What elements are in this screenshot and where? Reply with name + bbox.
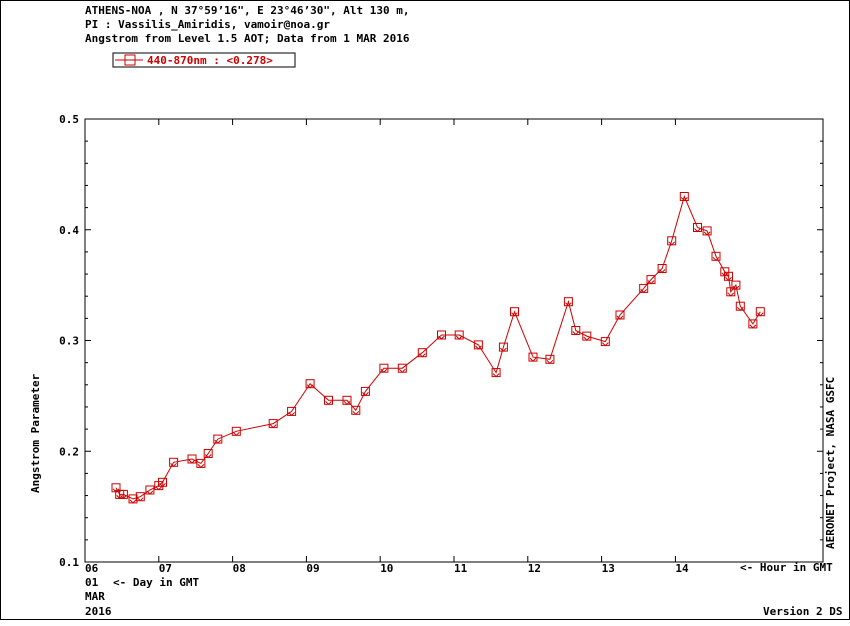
x-tick-label: 10 <box>380 562 393 575</box>
footer-year: 2016 <box>85 605 112 618</box>
footer-month: MAR <box>85 590 105 603</box>
legend: 440-870nm : <0.278> <box>112 52 296 68</box>
x-tick-label: 12 <box>528 562 541 575</box>
y-axis-label: Angstrom Parameter <box>29 373 42 493</box>
header-line-1: ATHENS-NOA , N 37°59’16", E 23°46’30", A… <box>85 4 410 17</box>
aeronet-credit: AERONET Project, NASA GSFC <box>824 377 837 549</box>
y-tick-label: 0.3 <box>59 335 79 348</box>
x-axis: 06 07 08 09 10 11 12 13 14 <box>84 119 689 575</box>
x-tick-label: 08 <box>233 562 246 575</box>
chart-frame: ATHENS-NOA , N 37°59’16", E 23°46’30", A… <box>0 0 850 620</box>
x-tick-label: 09 <box>306 562 319 575</box>
x-tick-label: 07 <box>159 562 172 575</box>
header-line-3: Angstrom from Level 1.5 AOT; Data from 1… <box>85 32 410 45</box>
version-label: Version 2 DS <box>763 605 842 618</box>
x-tick-label: 06 <box>85 562 99 575</box>
footer-day: 01 <box>85 576 99 589</box>
legend-label: 440-870nm : <0.278> <box>147 54 273 67</box>
header-line-2: PI : Vassilis_Amiridis, vamoir@noa.gr <box>85 18 330 31</box>
angstrom-chart: ATHENS-NOA , N 37°59’16", E 23°46’30", A… <box>29 4 842 618</box>
series-440-870nm <box>111 192 765 504</box>
day-in-gmt-label: <- Day in GMT <box>113 576 199 589</box>
y-tick-label: 0.5 <box>59 113 79 126</box>
x-tick-label: 14 <box>675 562 689 575</box>
y-tick-label: 0.4 <box>59 224 79 237</box>
y-axis: 0.1 0.2 0.3 0.4 0.5 <box>59 113 823 569</box>
y-tick-label: 0.1 <box>59 556 79 569</box>
x-tick-label: 13 <box>602 562 615 575</box>
hour-in-gmt-label: <- Hour in GMT <box>740 561 833 574</box>
plot-area <box>84 118 824 563</box>
y-tick-label: 0.2 <box>59 445 79 458</box>
x-tick-label: 11 <box>454 562 468 575</box>
